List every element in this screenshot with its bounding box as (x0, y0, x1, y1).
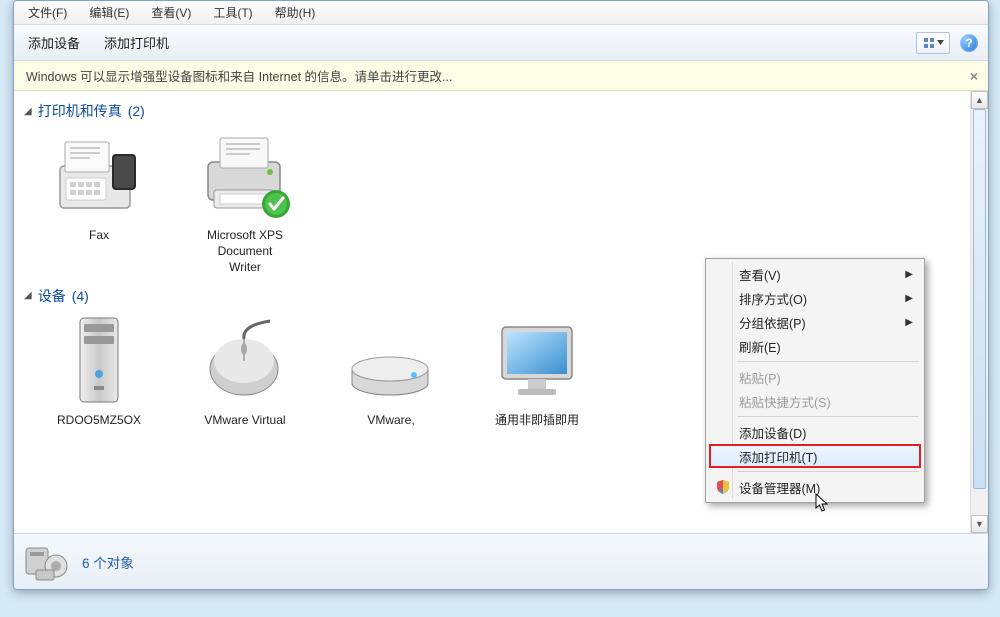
device-fax-label: Fax (89, 227, 109, 243)
info-bar[interactable]: Windows 可以显示增强型设备图标和来自 Internet 的信息。请单击进… (14, 61, 988, 91)
collapse-icon: ◢ (24, 106, 32, 117)
fax-icon (52, 132, 147, 222)
ctx-group[interactable]: 分组依据(P) ▶ (709, 310, 921, 334)
thumbnail-icon (923, 37, 935, 49)
device-computer[interactable]: RDOO5MZ5OX (34, 308, 164, 432)
device-mouse-label: VMware Virtual (204, 412, 285, 428)
status-bar: 6 个对象 (14, 533, 988, 589)
printer-icon (198, 132, 293, 222)
command-bar: 添加设备 添加打印机 ? (14, 25, 988, 61)
context-menu: 查看(V) ▶ 排序方式(O) ▶ 分组依据(P) ▶ 刷新(E) 粘贴(P) … (705, 258, 925, 503)
device-computer-label: RDOO5MZ5OX (57, 412, 141, 428)
chevron-down-icon (937, 40, 944, 45)
ctx-add-printer[interactable]: 添加打印机(T) (709, 444, 921, 468)
mouse-icon (198, 317, 293, 407)
devices-collection-icon (24, 542, 70, 582)
ctx-paste: 粘贴(P) (709, 365, 921, 389)
submenu-arrow-icon: ▶ (905, 317, 913, 328)
mouse-cursor-icon (815, 493, 829, 513)
separator (737, 416, 919, 417)
device-fax[interactable]: Fax (34, 123, 164, 280)
menu-view[interactable]: 查看(V) (141, 1, 201, 24)
device-xps-writer[interactable]: Microsoft XPS Document Writer (180, 123, 310, 280)
menu-tools[interactable]: 工具(T) (203, 1, 262, 24)
device-mouse[interactable]: VMware Virtual (180, 308, 310, 432)
device-monitor-label: 通用非即插即用 (495, 412, 579, 428)
add-printer-button[interactable]: 添加打印机 (102, 28, 171, 57)
submenu-arrow-icon: ▶ (905, 269, 913, 280)
separator (737, 471, 919, 472)
computer-tower-icon (54, 314, 144, 409)
device-disk-label: VMware, (367, 412, 414, 428)
help-icon[interactable]: ? (960, 34, 978, 52)
info-bar-text: Windows 可以显示增强型设备图标和来自 Internet 的信息。请单击进… (26, 66, 452, 85)
group-printers-count: (2) (128, 103, 145, 119)
scroll-down-arrow[interactable]: ▼ (971, 515, 988, 533)
shield-icon (715, 479, 731, 495)
separator (737, 361, 919, 362)
collapse-icon: ◢ (24, 290, 32, 301)
view-mode-dropdown[interactable] (916, 32, 950, 54)
menu-help[interactable]: 帮助(H) (265, 1, 326, 24)
submenu-arrow-icon: ▶ (905, 293, 913, 304)
ctx-add-device[interactable]: 添加设备(D) (709, 420, 921, 444)
group-devices-count: (4) (72, 288, 89, 304)
menu-bar: 文件(F) 编辑(E) 查看(V) 工具(T) 帮助(H) (14, 1, 988, 25)
ctx-sort[interactable]: 排序方式(O) ▶ (709, 286, 921, 310)
device-disk[interactable]: VMware, (326, 308, 456, 432)
vertical-scrollbar[interactable]: ▲ ▼ (970, 91, 988, 533)
group-printers-header[interactable]: ◢ 打印机和传真 (2) (24, 101, 960, 121)
ctx-view[interactable]: 查看(V) ▶ (709, 262, 921, 286)
ctx-refresh[interactable]: 刷新(E) (709, 334, 921, 358)
group-printers-label: 打印机和传真 (38, 101, 122, 121)
group-devices-label: 设备 (38, 286, 66, 306)
disk-icon (344, 317, 439, 407)
ctx-paste-shortcut: 粘贴快捷方式(S) (709, 389, 921, 413)
menu-file[interactable]: 文件(F) (18, 1, 77, 24)
device-xps-label: Microsoft XPS Document Writer (207, 227, 283, 276)
add-device-button[interactable]: 添加设备 (26, 28, 82, 57)
info-bar-close[interactable]: × (970, 68, 978, 84)
monitor-icon (490, 317, 585, 407)
device-monitor[interactable]: 通用非即插即用 (472, 308, 602, 432)
scroll-thumb[interactable] (973, 109, 986, 489)
menu-edit[interactable]: 编辑(E) (79, 1, 139, 24)
status-text: 6 个对象 (82, 552, 134, 572)
scroll-up-arrow[interactable]: ▲ (971, 91, 988, 109)
